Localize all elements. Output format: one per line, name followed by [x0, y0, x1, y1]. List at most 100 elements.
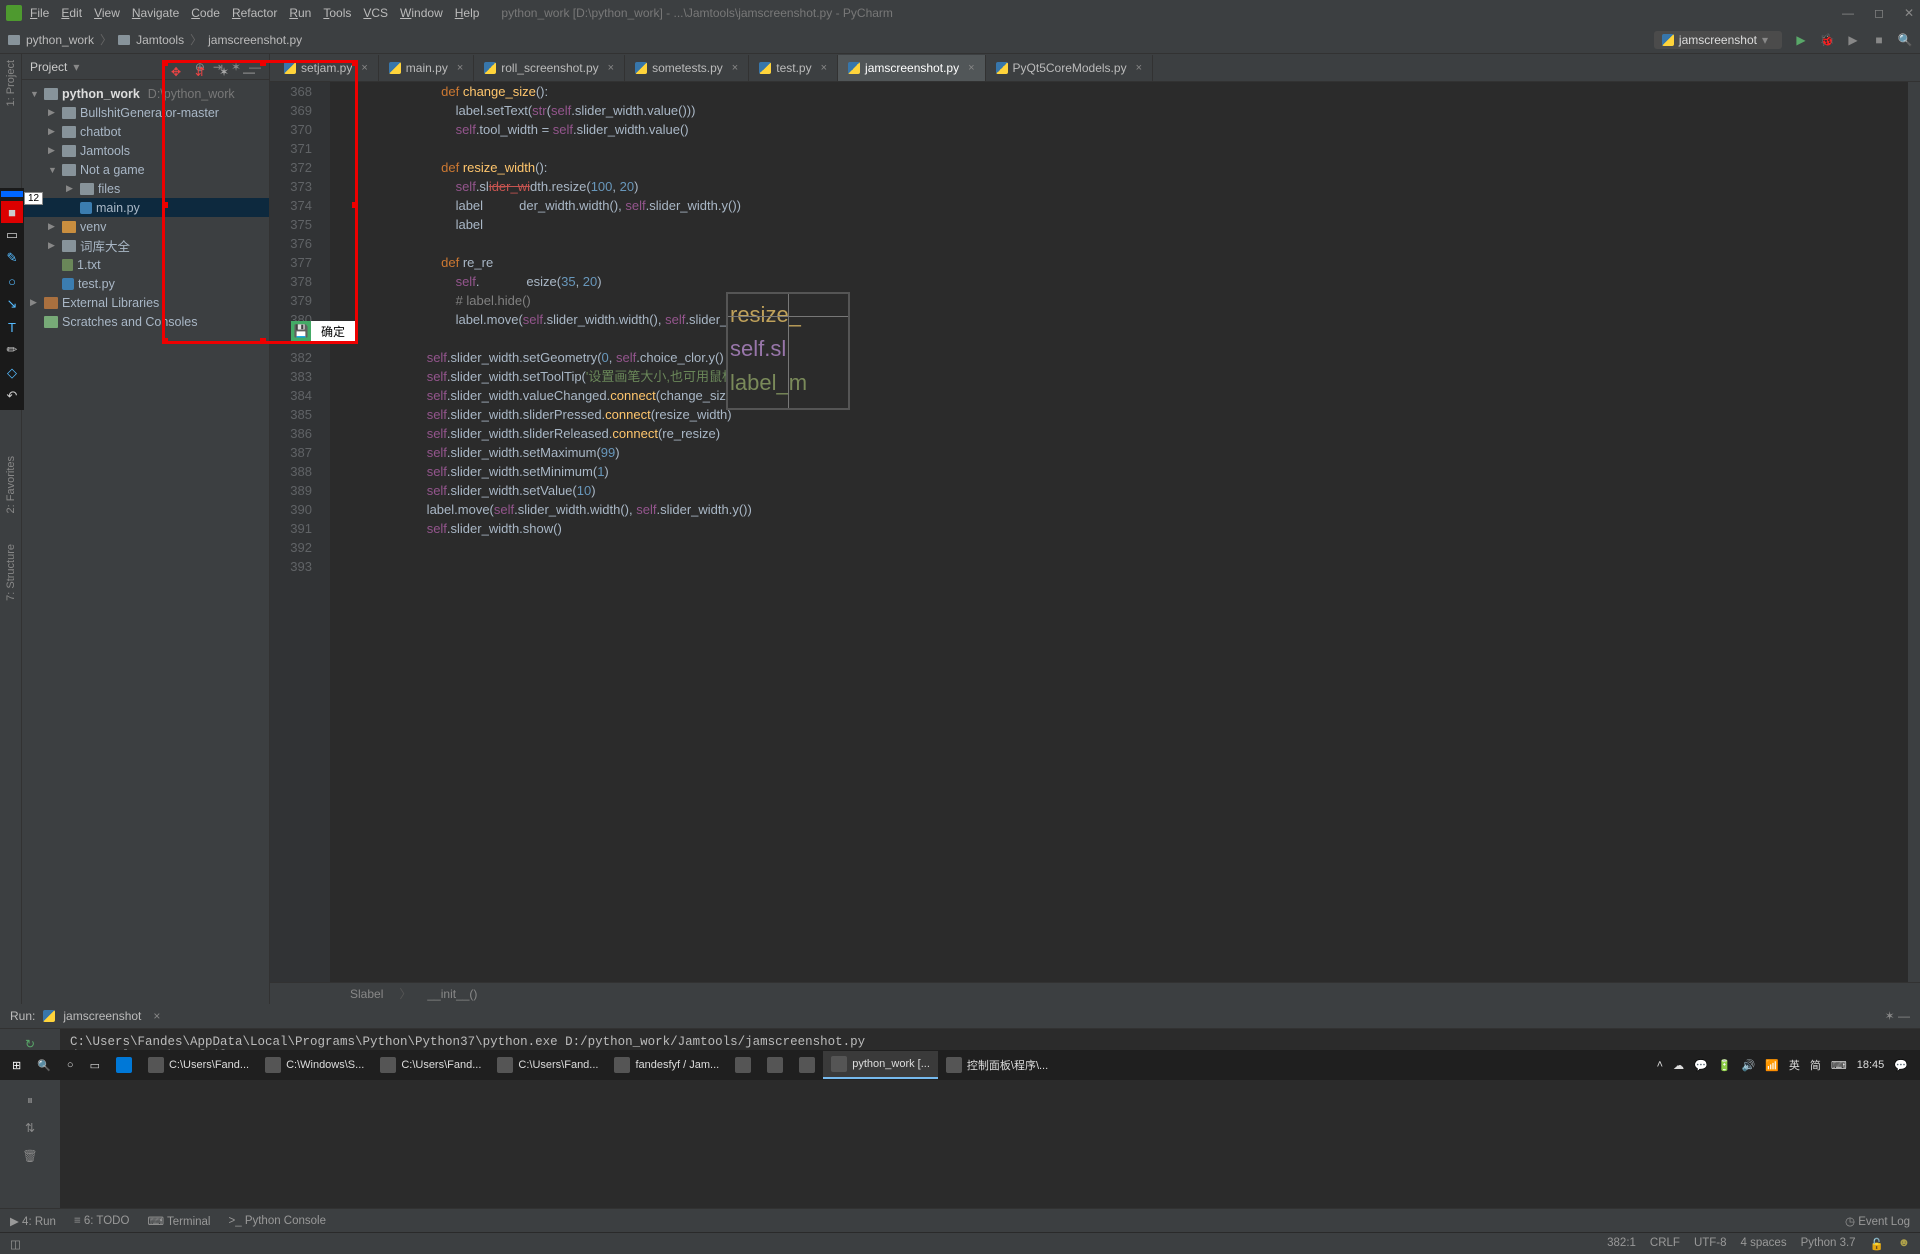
run-config-selector[interactable]: jamscreenshot ▾	[1654, 31, 1782, 49]
todo-tool-button[interactable]: ≡ 6: TODO	[74, 1215, 130, 1227]
menu-file[interactable]: File	[30, 6, 49, 20]
structure-tool-button[interactable]: 7: Structure	[5, 544, 17, 601]
close-tab-icon[interactable]: ×	[732, 62, 738, 74]
start-button[interactable]: ⊞	[4, 1051, 29, 1079]
tree-item[interactable]: ▶files	[22, 179, 269, 198]
editor-tab[interactable]: test.py×	[749, 55, 838, 81]
tray-volume-icon[interactable]: 🔊	[1741, 1059, 1755, 1072]
inspection-icon[interactable]: ☻	[1898, 1237, 1910, 1251]
taskbar-app[interactable]	[727, 1051, 759, 1079]
crumb[interactable]: python_work	[26, 33, 94, 47]
readonly-lock-icon[interactable]: 🔓	[1870, 1237, 1884, 1251]
code-editor[interactable]: 368 369 370 371 372 373 374 375 376 377 …	[270, 82, 1920, 982]
task-view-button[interactable]: ▭	[82, 1051, 108, 1079]
close-tab-icon[interactable]: ×	[1136, 62, 1142, 74]
editor-tab[interactable]: sometests.py×	[625, 55, 749, 81]
notifications-icon[interactable]: 💬	[1894, 1059, 1908, 1072]
scratches[interactable]: Scratches and Consoles	[22, 312, 269, 331]
close-tab-icon[interactable]: ×	[968, 62, 974, 74]
interpreter[interactable]: Python 3.7	[1801, 1237, 1856, 1251]
line-ending[interactable]: CRLF	[1650, 1237, 1680, 1251]
taskbar-app[interactable]: C:\Users\Fand...	[140, 1051, 257, 1079]
search-button[interactable]: 🔍	[29, 1051, 59, 1079]
menu-navigate[interactable]: Navigate	[132, 6, 179, 20]
collapse-icon[interactable]: ⇥	[213, 60, 223, 74]
menubar[interactable]: FileEditViewNavigateCodeRefactorRunTools…	[30, 6, 491, 20]
pause-icon[interactable]: ⏸	[21, 1091, 39, 1109]
close-icon[interactable]: ✕	[1904, 6, 1914, 20]
encoding[interactable]: UTF-8	[1694, 1237, 1727, 1251]
menu-window[interactable]: Window	[400, 6, 443, 20]
taskbar-app[interactable]: C:\Users\Fand...	[372, 1051, 489, 1079]
tray-battery-icon[interactable]: 🔋	[1718, 1059, 1732, 1072]
minimize-icon[interactable]: —	[1842, 6, 1854, 20]
tray-wechat-icon[interactable]: 💬	[1694, 1059, 1708, 1072]
tree-item[interactable]: main.py	[22, 198, 269, 217]
marker-tool-icon[interactable]: ✏	[1, 339, 23, 361]
tree-item[interactable]: ▶venv	[22, 217, 269, 236]
tree-item[interactable]: ▶chatbot	[22, 122, 269, 141]
ime-lang[interactable]: 英	[1789, 1057, 1800, 1073]
edge-button[interactable]	[108, 1051, 140, 1079]
taskbar-app[interactable]: fandesfyf / Jam...	[606, 1051, 727, 1079]
cortana-button[interactable]: ○	[59, 1051, 82, 1079]
crumb-fn[interactable]: __init__()	[427, 987, 477, 1001]
taskbar-app[interactable]	[759, 1051, 791, 1079]
ime-mode[interactable]: 简	[1810, 1057, 1821, 1073]
pen-tool-icon[interactable]: ✎	[1, 247, 23, 269]
crumb[interactable]: jamscreenshot.py	[208, 33, 302, 47]
favorites-tool-button[interactable]: 2: Favorites	[5, 456, 17, 513]
color-blue-icon[interactable]	[1, 191, 23, 197]
eraser-tool-icon[interactable]: ◇	[1, 362, 23, 384]
coverage-icon[interactable]: ▶	[1846, 33, 1860, 47]
taskbar-app[interactable]: python_work [...	[823, 1051, 938, 1079]
circle-tool-icon[interactable]: ○	[1, 270, 23, 292]
terminal-tool-button[interactable]: ⌨ Terminal	[147, 1214, 210, 1228]
gear-icon[interactable]: ✶ —	[1885, 1009, 1910, 1023]
rect-tool-icon[interactable]: ▭	[1, 224, 23, 246]
menu-help[interactable]: Help	[455, 6, 480, 20]
menu-tools[interactable]: Tools	[323, 6, 351, 20]
crumb-class[interactable]: Slabel	[350, 987, 383, 1001]
target-icon[interactable]: ⊕	[195, 60, 205, 74]
project-tool-button[interactable]: 1: Project	[5, 60, 17, 106]
tray-wifi-icon[interactable]: 📶	[1765, 1059, 1779, 1072]
menu-code[interactable]: Code	[191, 6, 220, 20]
tree-item[interactable]: ▶Jamtools	[22, 141, 269, 160]
crumb[interactable]: Jamtools	[136, 33, 184, 47]
tree-item[interactable]: ▼Not a game	[22, 160, 269, 179]
brush-size-value[interactable]: 12	[24, 192, 43, 205]
taskbar-app[interactable]: C:\Users\Fand...	[489, 1051, 606, 1079]
tray-cloud-icon[interactable]: ☁	[1673, 1059, 1684, 1072]
tree-item[interactable]: test.py	[22, 274, 269, 293]
editor-tab[interactable]: setjam.py×	[274, 55, 379, 81]
editor-scrollbar[interactable]	[1908, 82, 1920, 982]
taskbar-app[interactable]: C:\Windows\S...	[257, 1051, 372, 1079]
menu-refactor[interactable]: Refactor	[232, 6, 277, 20]
tree-item[interactable]: ▶BullshitGenerator-master	[22, 103, 269, 122]
taskbar-app[interactable]	[791, 1051, 823, 1079]
tool-windows-icon[interactable]: ◫	[10, 1237, 21, 1251]
gear-icon[interactable]: ✶	[231, 60, 241, 74]
editor-tab[interactable]: jamscreenshot.py×	[838, 55, 985, 81]
menu-edit[interactable]: Edit	[61, 6, 82, 20]
maximize-icon[interactable]: ◻	[1874, 6, 1884, 20]
arrow-tool-icon[interactable]: ↘	[1, 293, 23, 315]
menu-view[interactable]: View	[94, 6, 120, 20]
close-tab-icon[interactable]: ×	[608, 62, 614, 74]
close-tab-icon[interactable]: ×	[457, 62, 463, 74]
stop-icon[interactable]: ■	[1872, 33, 1886, 47]
keyboard-icon[interactable]: ⌨	[1831, 1059, 1847, 1072]
tree-root[interactable]: ▼ python_work D:\python_work	[22, 84, 269, 103]
tree-item[interactable]: ▶词库大全	[22, 236, 269, 255]
run-tab[interactable]: jamscreenshot	[63, 1009, 141, 1023]
undo-tool-icon[interactable]: ↶	[1, 385, 23, 407]
taskbar-app[interactable]: 控制面板\程序\...	[938, 1051, 1056, 1079]
tray-chevron-icon[interactable]: ˄	[1657, 1059, 1663, 1071]
editor-tab[interactable]: main.py×	[379, 55, 474, 81]
editor-tab[interactable]: PyQt5CoreModels.py×	[986, 55, 1153, 81]
text-tool-icon[interactable]: T	[1, 316, 23, 338]
event-log-button[interactable]: ◷ Event Log	[1845, 1214, 1910, 1228]
editor-tab[interactable]: roll_screenshot.py×	[474, 55, 625, 81]
indent[interactable]: 4 spaces	[1741, 1237, 1787, 1251]
